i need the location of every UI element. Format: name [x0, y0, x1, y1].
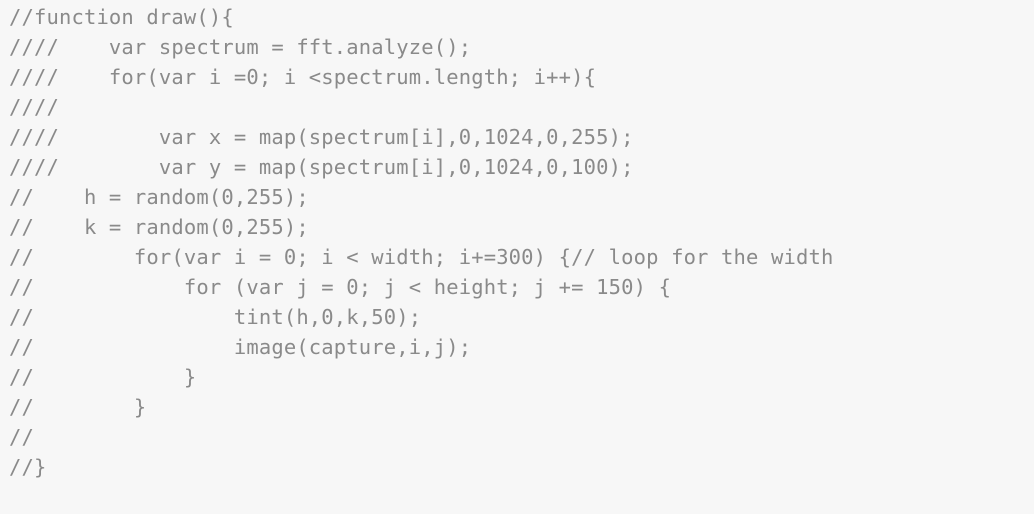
- code-line-10: // for (var j = 0; j < height; j += 150)…: [9, 275, 672, 299]
- code-editor-panel[interactable]: //function draw(){ //// var spectrum = f…: [0, 0, 1034, 514]
- code-line-15: //: [9, 425, 34, 449]
- code-line-1: //function draw(){: [9, 5, 234, 29]
- code-line-11: // tint(h,0,k,50);: [9, 305, 422, 329]
- code-line-5: //// var x = map(spectrum[i],0,1024,0,25…: [9, 125, 634, 149]
- code-line-13: // }: [9, 365, 197, 389]
- code-line-8: // k = random(0,255);: [9, 215, 309, 239]
- code-line-7: // h = random(0,255);: [9, 185, 309, 209]
- code-line-3: //// for(var i =0; i <spectrum.length; i…: [9, 65, 597, 89]
- code-line-4: ////: [9, 95, 59, 119]
- code-line-14: // }: [9, 395, 147, 419]
- code-line-16: //}: [9, 455, 47, 479]
- code-block[interactable]: //function draw(){ //// var spectrum = f…: [9, 2, 1034, 482]
- code-line-2: //// var spectrum = fft.analyze();: [9, 35, 472, 59]
- code-line-9: // for(var i = 0; i < width; i+=300) {//…: [9, 245, 834, 269]
- code-line-6: //// var y = map(spectrum[i],0,1024,0,10…: [9, 155, 634, 179]
- code-line-12: // image(capture,i,j);: [9, 335, 472, 359]
